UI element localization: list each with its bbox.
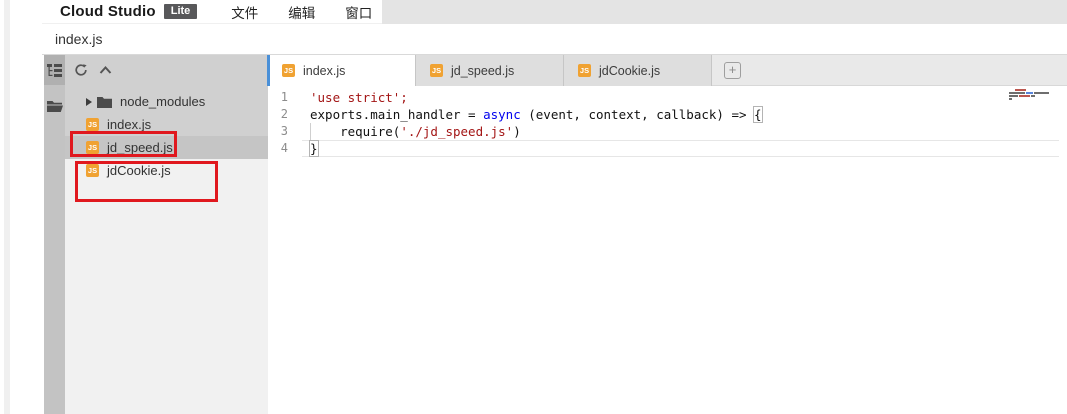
tab-bar: JS index.js JS jd_speed.js JS jdCookie.js + <box>268 55 1067 86</box>
editor-column: JS index.js JS jd_speed.js JS jdCookie.js + <box>268 55 1067 414</box>
tree-outline-icon <box>47 63 62 77</box>
folder-view-button[interactable] <box>44 93 65 119</box>
token-bracket: } <box>310 141 318 156</box>
expand-arrow-icon <box>86 98 92 106</box>
token-plain: (event, context, callback) => <box>521 107 754 122</box>
token-plain: ) <box>513 124 521 139</box>
activity-bar <box>44 55 65 414</box>
code-line-1[interactable]: 1 'use strict'; <box>268 89 1067 106</box>
line-number: 1 <box>268 89 288 106</box>
code-line-4[interactable]: 4} <box>268 140 1067 157</box>
tab-list: JS index.js JS jd_speed.js JS jdCookie.js <box>268 55 712 85</box>
open-folder-icon <box>47 100 63 112</box>
annotation-box-jdcookie <box>75 161 218 202</box>
tab-index.js[interactable]: JS index.js <box>268 55 416 86</box>
tab-label: jdCookie.js <box>599 64 660 78</box>
annotation-box-jd-speed <box>70 131 177 157</box>
menu-items: 文件 编辑 窗口 <box>197 2 372 22</box>
file-label: node_modules <box>120 94 205 109</box>
menu-item-文件[interactable]: 文件 <box>231 2 258 22</box>
token-string: 'use strict'; <box>310 90 408 105</box>
tab-label: index.js <box>303 64 345 78</box>
token-string: './jd_speed.js' <box>400 124 513 139</box>
line-content: } <box>310 140 318 157</box>
token-bracket: { <box>754 107 762 122</box>
js-file-icon: JS <box>86 118 99 131</box>
line-content: require('./jd_speed.js') <box>310 123 521 140</box>
token-plain: require( <box>310 124 400 139</box>
menu-item-编辑[interactable]: 编辑 <box>288 2 315 22</box>
line-number: 3 <box>268 123 288 140</box>
menu-bar-inner: Cloud Studio Lite 文件 编辑 窗口 <box>42 0 382 24</box>
js-file-icon: JS <box>578 64 591 77</box>
explorer-view-button[interactable] <box>44 55 65 85</box>
js-file-icon: JS <box>430 64 443 77</box>
line-content: exports.main_handler = async (event, con… <box>310 106 762 123</box>
file-explorer-panel: node_modulesJSindex.jsJSjd_speed.jsJSjdC… <box>65 55 268 414</box>
js-file-icon: JS <box>282 64 295 77</box>
breadcrumb: index.js <box>42 24 1067 55</box>
line-content: 'use strict'; <box>310 89 408 106</box>
file-row-node_modules[interactable]: node_modules <box>65 90 268 113</box>
app-window: Cloud Studio Lite 文件 编辑 窗口 index.js <box>0 0 1067 414</box>
menu-item-窗口[interactable]: 窗口 <box>345 2 372 22</box>
line-number: 2 <box>268 106 288 123</box>
code-editor[interactable]: 1 'use strict'; 2 exports.main_handler = as… <box>268 86 1067 414</box>
app-logo: Cloud Studio <box>60 3 156 20</box>
collapse-all-icon[interactable] <box>99 65 112 75</box>
code-line-3[interactable]: 3 require('./jd_speed.js') <box>268 123 1067 140</box>
tab-label: jd_speed.js <box>451 64 514 78</box>
breadcrumb-file-title: index.js <box>55 31 102 47</box>
new-tab-button[interactable]: + <box>724 62 741 79</box>
lite-badge: Lite <box>164 4 198 19</box>
page-left-strip <box>4 0 10 414</box>
file-label: index.js <box>107 117 151 132</box>
token-plain: exports.main_handler = <box>310 107 483 122</box>
line-number: 4 <box>268 140 288 157</box>
folder-icon <box>97 96 112 108</box>
menu-bar: Cloud Studio Lite 文件 编辑 窗口 <box>42 0 1067 24</box>
token-keyword: async <box>483 107 521 122</box>
explorer-toolbar <box>65 55 268 85</box>
refresh-icon[interactable] <box>74 63 88 77</box>
tab-jd_speed.js[interactable]: JS jd_speed.js <box>416 55 564 86</box>
tab-jdCookie.js[interactable]: JS jdCookie.js <box>564 55 712 86</box>
code-line-2[interactable]: 2 exports.main_handler = async (event, co… <box>268 106 1067 123</box>
